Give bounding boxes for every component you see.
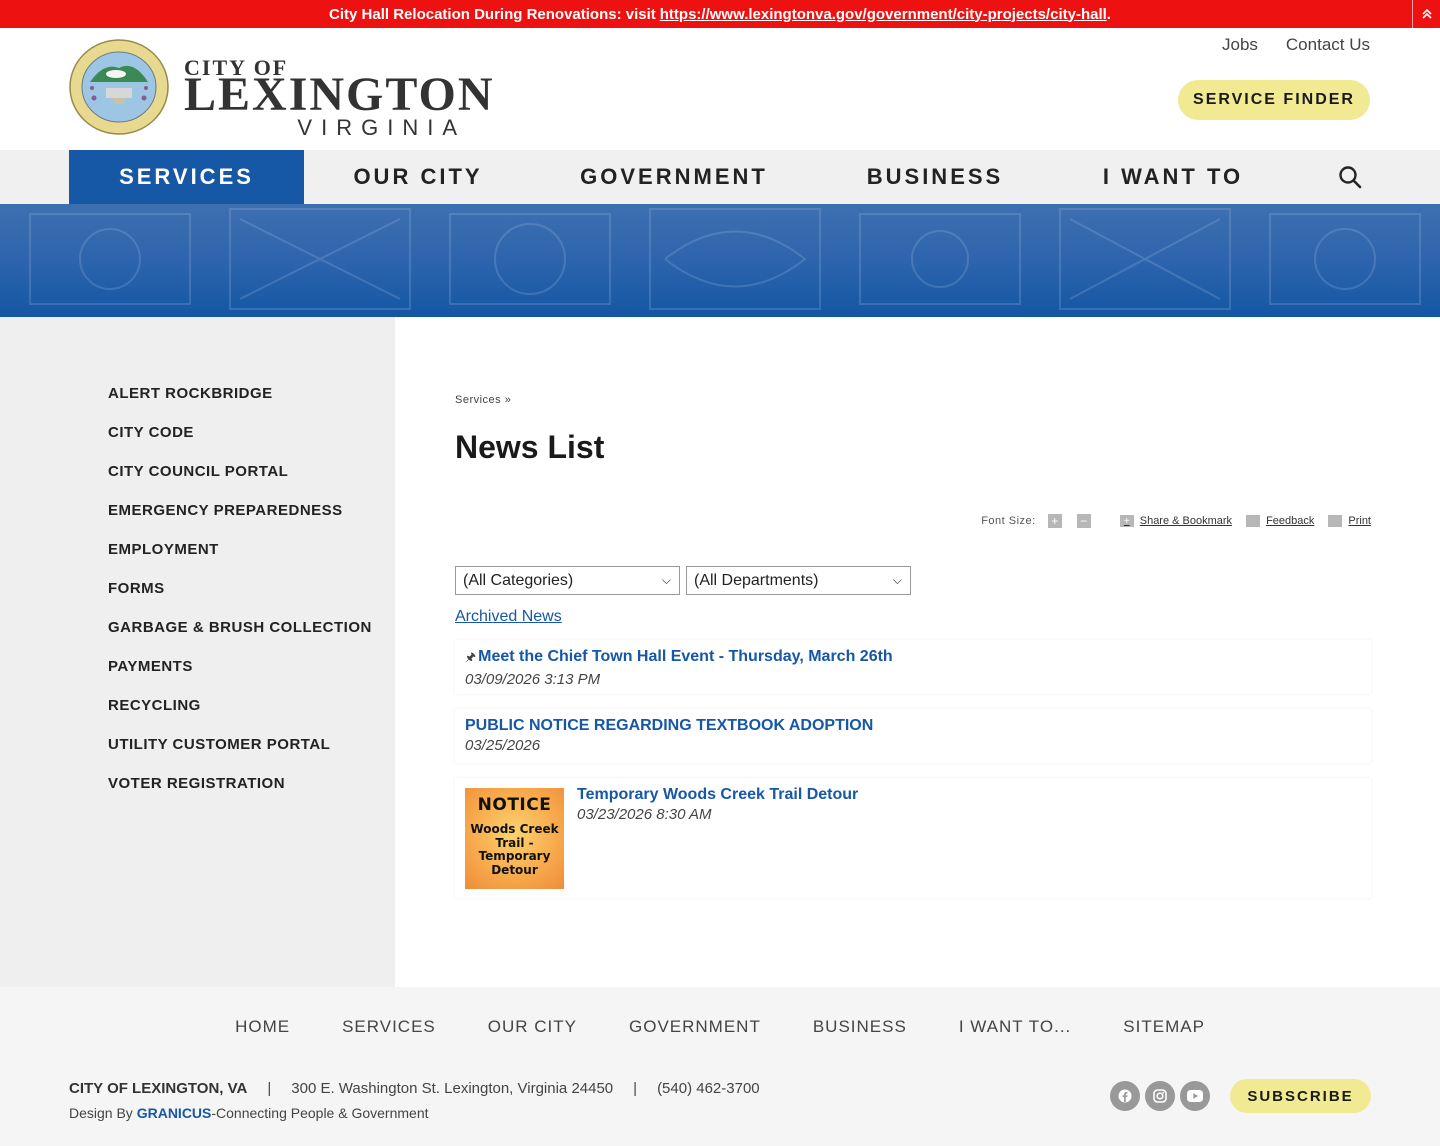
thumbnail-heading: NOTICE: [477, 795, 552, 815]
pushpin-icon: 🖈: [465, 650, 477, 664]
sidebar-item-recycling[interactable]: RECYCLING: [108, 697, 372, 736]
sidebar-item-emergency-preparedness[interactable]: EMERGENCY PREPAREDNESS: [108, 502, 372, 541]
site-logo[interactable]: CITY OF LEXINGTON VIRGINIA: [68, 38, 493, 140]
search-icon[interactable]: [1338, 165, 1362, 189]
footer-nav-sitemap[interactable]: SITEMAP: [1123, 1017, 1205, 1037]
footer-phone[interactable]: (540) 462-3700: [657, 1080, 760, 1097]
nav-services[interactable]: SERVICES: [69, 150, 304, 204]
sidebar-item-city-council-portal[interactable]: CITY COUNCIL PORTAL: [108, 463, 372, 502]
main-content: Services » News List Font Size: + − + Sh…: [455, 317, 1371, 987]
chevron-down-icon: ⌵: [892, 573, 902, 587]
share-bookmark-link[interactable]: + Share & Bookmark: [1119, 515, 1233, 527]
nav-our-city[interactable]: OUR CITY: [304, 150, 532, 204]
alert-period: .: [1106, 5, 1111, 23]
sidebar-list: ALERT ROCKBRIDGE CITY CODE CITY COUNCIL …: [108, 385, 372, 814]
service-finder-button[interactable]: SERVICE FINDER: [1178, 80, 1370, 120]
sidebar-item-city-code[interactable]: CITY CODE: [108, 424, 372, 463]
print-label: Print: [1348, 515, 1371, 527]
footer-nav-our-city[interactable]: OUR CITY: [488, 1017, 577, 1037]
footer-credit: Design By GRANICUS-Connecting People & G…: [69, 1105, 429, 1121]
footer-nav-i-want-to[interactable]: I WANT TO...: [959, 1017, 1071, 1037]
alert-bar: City Hall Relocation During Renovations:…: [0, 0, 1440, 28]
nav-government[interactable]: GOVERNMENT: [552, 150, 796, 204]
social-links: [1110, 1081, 1210, 1111]
sidebar-item-employment[interactable]: EMPLOYMENT: [108, 541, 372, 580]
plus-icon: +: [1119, 515, 1134, 527]
news-item: NOTICE Woods Creek Trail - Temporary Det…: [455, 778, 1371, 898]
news-title-link[interactable]: Meet the Chief Town Hall Event - Thursda…: [478, 648, 893, 665]
footer-org-name: CITY OF LEXINGTON, VA: [69, 1080, 248, 1097]
news-date: 03/25/2026: [465, 737, 541, 754]
feedback-label: Feedback: [1266, 515, 1315, 527]
double-chevron-up-icon[interactable]: [1412, 0, 1440, 28]
footer-address: 300 E. Washington St. Lexington, Virgini…: [291, 1080, 614, 1097]
facebook-icon[interactable]: [1110, 1081, 1140, 1111]
subscribe-button[interactable]: SUBSCRIBE: [1230, 1079, 1371, 1113]
department-select[interactable]: (All Departments) ⌵: [686, 566, 911, 595]
category-select[interactable]: (All Categories) ⌵: [455, 566, 680, 595]
youtube-icon[interactable]: [1180, 1081, 1210, 1111]
news-date: 03/09/2026 3:13 PM: [465, 671, 601, 688]
instagram-icon[interactable]: [1145, 1081, 1175, 1111]
feedback-link[interactable]: Feedback: [1246, 515, 1314, 527]
department-select-value: (All Departments): [694, 571, 819, 589]
font-size-label: Font Size:: [981, 515, 1036, 527]
logo-state: VIRGINIA: [297, 115, 466, 140]
sidebar-item-forms[interactable]: FORMS: [108, 580, 372, 619]
sidebar-item-voter-registration[interactable]: VOTER REGISTRATION: [108, 775, 372, 814]
footer-contact: CITY OF LEXINGTON, VA | 300 E. Washingto…: [69, 1080, 760, 1097]
sidebar-item-garbage-brush[interactable]: GARBAGE & BRUSH COLLECTION: [108, 619, 372, 658]
font-increase-button[interactable]: +: [1047, 514, 1062, 528]
jobs-link[interactable]: Jobs: [1222, 35, 1258, 55]
site-header: CITY OF LEXINGTON VIRGINIA Jobs Contact …: [0, 28, 1440, 150]
divider: |: [633, 1080, 638, 1097]
sidebar: ALERT ROCKBRIDGE CITY CODE CITY COUNCIL …: [0, 317, 395, 987]
footer-nav-home[interactable]: HOME: [235, 1017, 290, 1037]
footer-nav-government[interactable]: GOVERNMENT: [629, 1017, 761, 1037]
sidebar-item-alert-rockbridge[interactable]: ALERT ROCKBRIDGE: [108, 385, 372, 424]
contact-us-link[interactable]: Contact Us: [1286, 35, 1370, 55]
news-title-link[interactable]: PUBLIC NOTICE REGARDING TEXTBOOK ADOPTIO…: [465, 717, 1361, 735]
alert-link[interactable]: https://www.lexingtonva.gov/government/c…: [660, 6, 1107, 23]
page-title: News List: [455, 429, 605, 465]
news-thumbnail[interactable]: NOTICE Woods Creek Trail - Temporary Det…: [465, 788, 564, 889]
footer-nav-business[interactable]: BUSINESS: [813, 1017, 907, 1037]
logo-name: LEXINGTON: [184, 68, 495, 121]
thumbnail-line: Woods Creek: [470, 822, 559, 836]
footer-nav: HOME SERVICES OUR CITY GOVERNMENT BUSINE…: [0, 1017, 1440, 1037]
alert-text: City Hall Relocation During Renovations:…: [329, 5, 656, 23]
font-decrease-button[interactable]: −: [1076, 514, 1091, 528]
tagline: -Connecting People & Government: [211, 1105, 429, 1121]
filters: (All Categories) ⌵ (All Departments) ⌵: [455, 566, 911, 595]
speech-bubble-icon: [1246, 515, 1261, 527]
design-by-label: Design By: [69, 1105, 133, 1121]
site-footer: HOME SERVICES OUR CITY GOVERNMENT BUSINE…: [0, 987, 1440, 1146]
news-date: 03/23/2026 8:30 AM: [577, 806, 712, 823]
news-title-link[interactable]: Temporary Woods Creek Trail Detour: [577, 786, 858, 804]
hero-banner: [0, 204, 1440, 317]
news-item: PUBLIC NOTICE REGARDING TEXTBOOK ADOPTIO…: [455, 709, 1371, 763]
main-nav: SERVICES OUR CITY GOVERNMENT BUSINESS I …: [0, 150, 1440, 204]
utility-links: Jobs Contact Us: [1222, 35, 1370, 55]
sidebar-item-utility-portal[interactable]: UTILITY CUSTOMER PORTAL: [108, 736, 372, 775]
share-bookmark-label: Share & Bookmark: [1139, 515, 1233, 527]
print-link[interactable]: Print: [1328, 515, 1371, 527]
news-item: 🖈 Meet the Chief Town Hall Event - Thursd…: [455, 640, 1371, 694]
divider: |: [267, 1080, 272, 1097]
footer-nav-services[interactable]: SERVICES: [342, 1017, 436, 1037]
chevron-down-icon: ⌵: [661, 573, 671, 587]
granicus-link[interactable]: GRANICUS: [137, 1105, 212, 1121]
sidebar-item-payments[interactable]: PAYMENTS: [108, 658, 372, 697]
archived-news-link[interactable]: Archived News: [455, 608, 562, 626]
page-tools: Font Size: + − + Share & Bookmark Feedba…: [981, 514, 1371, 528]
thumbnail-line: Trail -: [495, 835, 534, 850]
thumbnail-line: Detour: [491, 862, 538, 877]
category-select-value: (All Categories): [463, 571, 574, 589]
nav-i-want-to[interactable]: I WANT TO: [1070, 150, 1276, 204]
thumbnail-line: Temporary: [478, 849, 551, 863]
breadcrumb[interactable]: Services »: [455, 394, 511, 406]
printer-icon: [1328, 515, 1343, 527]
nav-business[interactable]: BUSINESS: [830, 150, 1040, 204]
city-seal-icon: [69, 39, 169, 135]
